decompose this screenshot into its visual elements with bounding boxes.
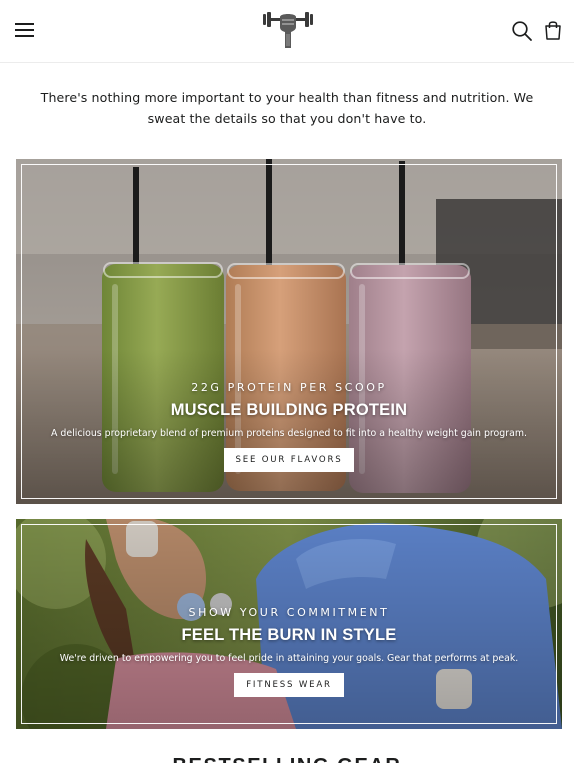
promo-content: SHOW YOUR COMMITMENT FEEL THE BURN IN ST… (16, 606, 562, 697)
promo-description: A delicious proprietary blend of premium… (51, 428, 527, 439)
promo-headline: FEEL THE BURN IN STYLE (181, 626, 397, 644)
promo-fitness-wear[interactable]: SHOW YOUR COMMITMENT FEEL THE BURN IN ST… (16, 519, 562, 729)
promo-protein[interactable]: 22G PROTEIN PER SCOOP MUSCLE BUILDING PR… (16, 159, 562, 504)
shopping-bag-icon[interactable] (542, 19, 564, 41)
promo-eyebrow: SHOW YOUR COMMITMENT (188, 606, 390, 619)
promo-content: 22G PROTEIN PER SCOOP MUSCLE BUILDING PR… (16, 381, 562, 472)
bestselling-gear-heading: BESTSELLING GEAR (0, 755, 574, 763)
see-our-flavors-button[interactable]: SEE OUR FLAVORS (223, 448, 355, 472)
site-header (0, 0, 574, 63)
promo-headline: MUSCLE BUILDING PROTEIN (170, 401, 408, 419)
fitness-wear-button[interactable]: FITNESS WEAR (234, 673, 344, 697)
promo-description: We're driven to empowering you to feel p… (59, 653, 519, 664)
intro-text: There's nothing more important to your h… (40, 90, 534, 126)
promo-eyebrow: 22G PROTEIN PER SCOOP (191, 381, 387, 394)
barbell-fist-logo-icon[interactable] (262, 8, 314, 54)
hamburger-menu-icon[interactable] (14, 20, 38, 40)
search-icon[interactable] (511, 20, 533, 42)
